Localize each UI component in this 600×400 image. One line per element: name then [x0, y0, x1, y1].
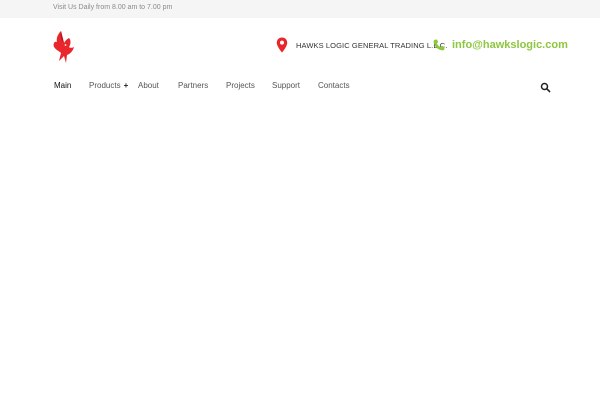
company-address: HAWKS LOGIC GENERAL TRADING L.L.C. — [276, 37, 448, 53]
top-info-bar: Visit Us Daily from 8.00 am to 7.00 pm — [0, 0, 600, 18]
main-navigation: Main Products + About Partners Projects S… — [0, 78, 600, 94]
map-pin-icon — [276, 37, 288, 53]
search-icon — [540, 82, 551, 93]
nav-item-contacts[interactable]: Contacts — [318, 81, 350, 90]
hawk-logo-icon — [53, 31, 74, 63]
nav-item-partners[interactable]: Partners — [178, 81, 208, 90]
nav-item-support[interactable]: Support — [272, 81, 300, 90]
opening-hours-text: Visit Us Daily from 8.00 am to 7.00 pm — [53, 4, 173, 11]
site-logo[interactable] — [52, 30, 76, 64]
nav-item-products-label: Products — [89, 81, 121, 90]
nav-item-projects[interactable]: Projects — [226, 81, 255, 90]
company-name-text: HAWKS LOGIC GENERAL TRADING L.L.C. — [296, 40, 448, 50]
search-button[interactable] — [540, 80, 551, 93]
nav-item-main[interactable]: Main — [54, 81, 71, 90]
nav-item-products[interactable]: Products + — [89, 81, 128, 90]
expand-plus-icon[interactable]: + — [124, 81, 129, 90]
contact-email[interactable]: info@hawkslogic.com — [433, 38, 568, 52]
email-link[interactable]: info@hawkslogic.com — [452, 39, 568, 51]
phone-icon — [433, 39, 445, 51]
nav-item-about[interactable]: About — [138, 81, 159, 90]
